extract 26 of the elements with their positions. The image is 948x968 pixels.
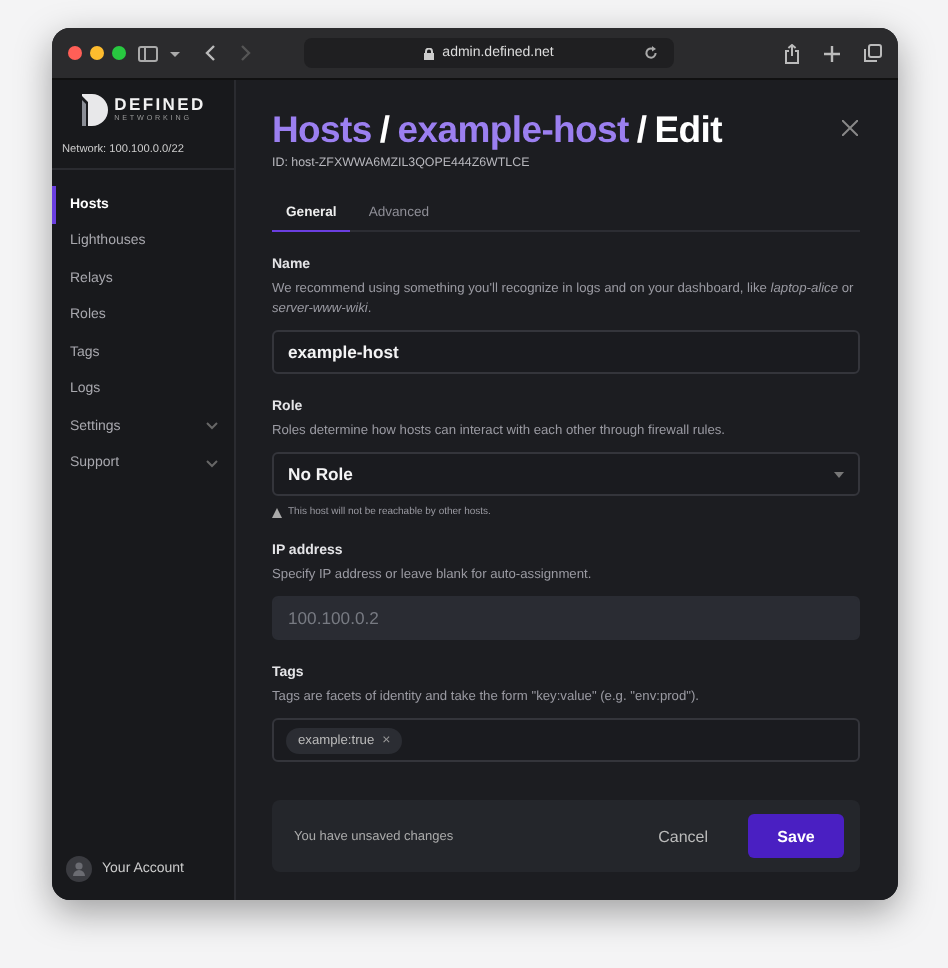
new-tab-icon[interactable] <box>824 45 840 61</box>
close-icon[interactable] <box>842 120 858 136</box>
cancel-button[interactable]: Cancel <box>658 827 708 845</box>
sidebar-toggle-icon[interactable] <box>138 45 158 61</box>
breadcrumb-link[interactable]: Hosts <box>272 108 372 152</box>
breadcrumb-separator: / <box>636 108 647 152</box>
breadcrumb-separator: / <box>379 108 390 152</box>
logo-wordmark: DEFINED <box>114 96 206 114</box>
warning-icon <box>272 507 282 517</box>
text-field[interactable]: example-host <box>272 330 860 374</box>
minimize-window-button[interactable] <box>90 46 104 60</box>
reload-icon[interactable] <box>644 46 658 60</box>
text-field[interactable]: 100.100.0.2 <box>272 596 860 640</box>
close-window-button[interactable] <box>68 46 82 60</box>
role-select[interactable]: No Role <box>272 452 860 496</box>
avatar-icon <box>66 856 92 882</box>
back-icon[interactable] <box>204 44 216 62</box>
zoom-window-button[interactable] <box>112 46 126 60</box>
breadcrumb-link[interactable]: example-host <box>397 108 629 152</box>
logo-icon <box>80 92 109 128</box>
share-icon[interactable] <box>784 43 800 63</box>
caret-icon <box>834 471 844 477</box>
page-title: Edit <box>654 108 723 152</box>
tabs-overview-icon[interactable] <box>864 44 882 62</box>
lock-icon <box>424 47 435 59</box>
save-button[interactable]: Save <box>748 814 844 858</box>
